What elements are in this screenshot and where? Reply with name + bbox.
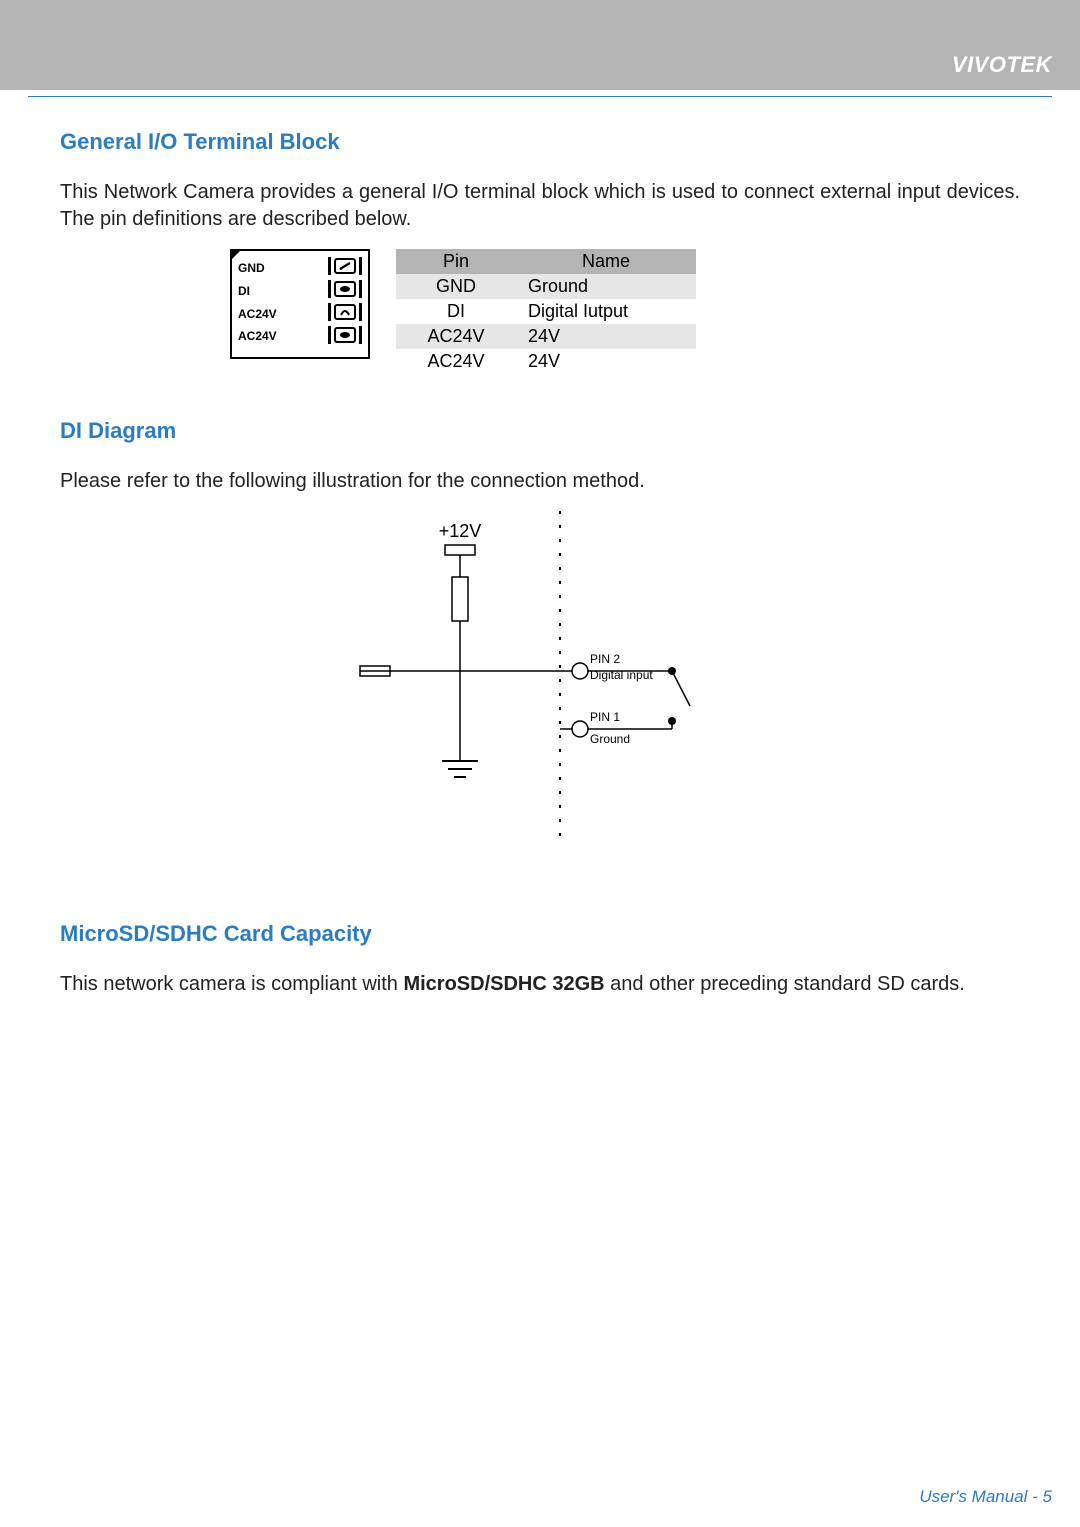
terminal-label: GND bbox=[238, 257, 277, 280]
terminal-slot bbox=[328, 326, 362, 344]
header-bar: VIVOTEK bbox=[0, 0, 1080, 90]
pin-table: Pin Name GND Ground DI Digital Iutput AC… bbox=[396, 249, 696, 374]
text-bold: MicroSD/SDHC 32GB bbox=[403, 973, 604, 995]
table-row: AC24V 24V bbox=[396, 324, 696, 349]
table-header-row: Pin Name bbox=[396, 249, 696, 274]
table-cell-pin: GND bbox=[396, 274, 516, 299]
table-row: DI Digital Iutput bbox=[396, 299, 696, 324]
table-cell-pin: AC24V bbox=[396, 324, 516, 349]
section-body: Please refer to the following illustrati… bbox=[60, 468, 1020, 495]
page-content: General I/O Terminal Block This Network … bbox=[0, 97, 1080, 998]
terminal-label: DI bbox=[238, 280, 277, 303]
section-body: This network camera is compliant with Mi… bbox=[60, 971, 1020, 998]
label-12v: +12V bbox=[439, 521, 482, 541]
section-title: DI Diagram bbox=[60, 418, 1020, 444]
text-post: and other preceding standard SD cards. bbox=[605, 973, 965, 995]
brand-label: VIVOTEK bbox=[952, 52, 1052, 78]
table-cell-name: 24V bbox=[516, 349, 696, 374]
table-cell-name: 24V bbox=[516, 324, 696, 349]
label-pin1: PIN 1 bbox=[590, 710, 620, 724]
table-cell-pin: DI bbox=[396, 299, 516, 324]
label-ground: Ground bbox=[590, 732, 630, 746]
table-cell-name: Digital Iutput bbox=[516, 299, 696, 324]
table-row: AC24V 24V bbox=[396, 349, 696, 374]
terminal-slots bbox=[328, 257, 362, 344]
table-cell-name: Ground bbox=[516, 274, 696, 299]
footer-page-label: User's Manual - 5 bbox=[919, 1487, 1052, 1507]
terminal-slot bbox=[328, 280, 362, 298]
label-pin2: PIN 2 bbox=[590, 652, 620, 666]
table-row: GND Ground bbox=[396, 274, 696, 299]
terminal-labels: GND DI AC24V AC24V bbox=[238, 257, 277, 348]
section-title: General I/O Terminal Block bbox=[60, 129, 1020, 155]
section-body: This Network Camera provides a general I… bbox=[60, 179, 1020, 233]
table-cell-pin: AC24V bbox=[396, 349, 516, 374]
di-diagram: +12V bbox=[60, 511, 1020, 841]
terminal-block-diagram: GND DI AC24V AC24V bbox=[230, 249, 370, 359]
terminal-label: AC24V bbox=[238, 303, 277, 326]
terminal-slot bbox=[328, 303, 362, 321]
table-header: Name bbox=[516, 249, 696, 274]
section-title: MicroSD/SDHC Card Capacity bbox=[60, 921, 1020, 947]
terminal-slot bbox=[328, 257, 362, 275]
label-digital-input: Digital input bbox=[590, 668, 653, 682]
terminal-label: AC24V bbox=[238, 325, 277, 348]
section-sd-capacity: MicroSD/SDHC Card Capacity This network … bbox=[60, 921, 1020, 998]
text-pre: This network camera is compliant with bbox=[60, 973, 403, 995]
table-header: Pin bbox=[396, 249, 516, 274]
section-di-diagram: DI Diagram Please refer to the following… bbox=[60, 418, 1020, 841]
section-general-io: General I/O Terminal Block This Network … bbox=[60, 129, 1020, 374]
gio-row: GND DI AC24V AC24V bbox=[60, 249, 1020, 374]
